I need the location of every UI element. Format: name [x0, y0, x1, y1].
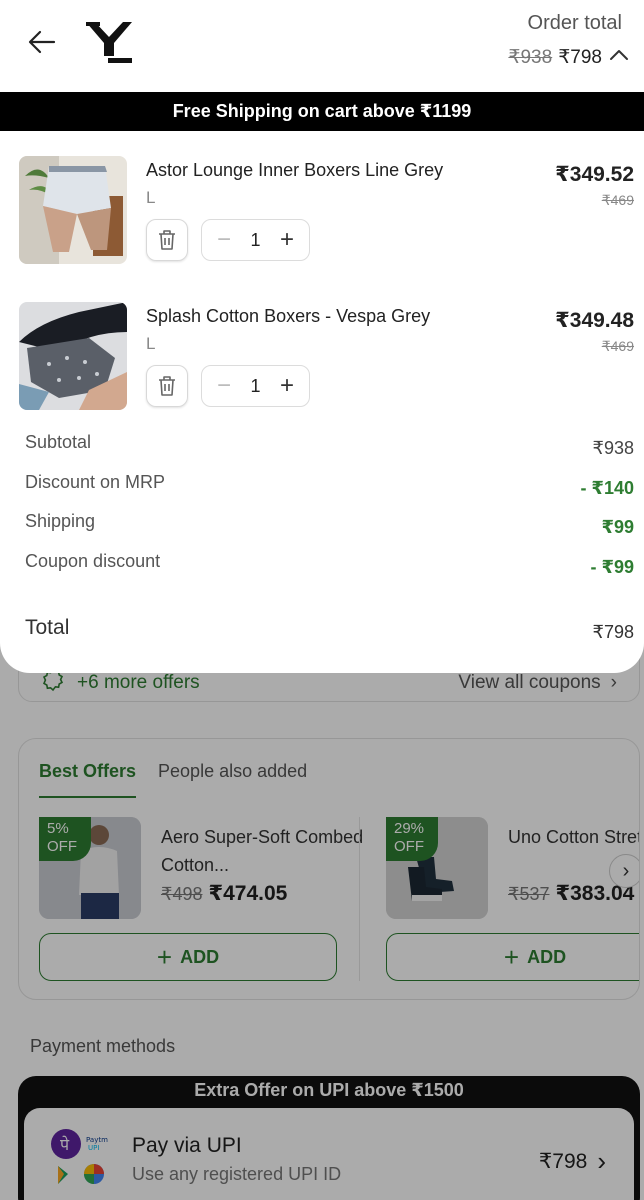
trash-icon [159, 376, 175, 396]
back-button[interactable] [26, 26, 58, 58]
chevron-up-icon [608, 47, 630, 69]
item-price: ₹349.48 [555, 309, 634, 332]
decrease-quantity-button[interactable]: − [214, 226, 234, 254]
discount-label: Discount on MRP [25, 472, 166, 492]
total-value: ₹798 [592, 622, 634, 642]
decrease-quantity-button[interactable]: − [214, 372, 234, 400]
cart-item: Astor Lounge Inner Boxers Line Grey L − … [0, 156, 644, 272]
increase-quantity-button[interactable]: + [277, 372, 297, 400]
quantity-stepper: − 1 + [201, 219, 310, 261]
delete-item-button[interactable] [146, 365, 188, 407]
quantity-value: 1 [250, 375, 261, 396]
total-label: Total [25, 616, 70, 639]
order-total-mrp: ₹938 [508, 47, 553, 68]
header: Order total ₹938 ₹798 [0, 0, 644, 92]
item-mrp: ₹469 [601, 192, 634, 208]
quantity-stepper: − 1 + [201, 365, 310, 407]
arrow-left-icon [28, 30, 56, 54]
order-summary-sheet: Order total ₹938 ₹798 Free Shipping on c… [0, 0, 644, 673]
cart-item: Splash Cotton Boxers - Vespa Grey L − 1 … [0, 302, 644, 418]
shipping-label: Shipping [25, 511, 96, 531]
item-mrp: ₹469 [601, 338, 634, 354]
discount-row: Discount on MRP - ₹140 [0, 472, 644, 502]
item-name[interactable]: Splash Cotton Boxers - Vespa Grey [146, 306, 430, 327]
product-thumbnail[interactable] [19, 302, 127, 410]
subtotal-label: Subtotal [25, 432, 92, 452]
item-price: ₹349.52 [555, 163, 634, 186]
brand-logo-icon[interactable] [86, 22, 132, 64]
item-size: L [146, 188, 156, 207]
subtotal-value: ₹938 [592, 438, 634, 458]
coupon-discount-value: - ₹99 [590, 557, 634, 577]
quantity-value: 1 [250, 229, 261, 250]
free-shipping-banner: Free Shipping on cart above ₹1199 [0, 92, 644, 131]
increase-quantity-button[interactable]: + [277, 226, 297, 254]
trash-icon [159, 230, 175, 250]
order-total-toggle[interactable]: ₹938 ₹798 [508, 46, 630, 69]
subtotal-row: Subtotal ₹938 [0, 432, 644, 462]
discount-value: - ₹140 [580, 478, 634, 498]
shipping-row: Shipping ₹99 [0, 511, 644, 541]
coupon-discount-label: Coupon discount [25, 551, 161, 571]
item-size: L [146, 334, 156, 353]
item-name[interactable]: Astor Lounge Inner Boxers Line Grey [146, 160, 443, 181]
order-total-label: Order total [527, 12, 622, 34]
coupon-discount-row: Coupon discount - ₹99 [0, 551, 644, 581]
delete-item-button[interactable] [146, 219, 188, 261]
order-total-price: ₹798 [558, 47, 602, 68]
shipping-value: ₹99 [601, 517, 634, 537]
product-thumbnail[interactable] [19, 156, 127, 264]
